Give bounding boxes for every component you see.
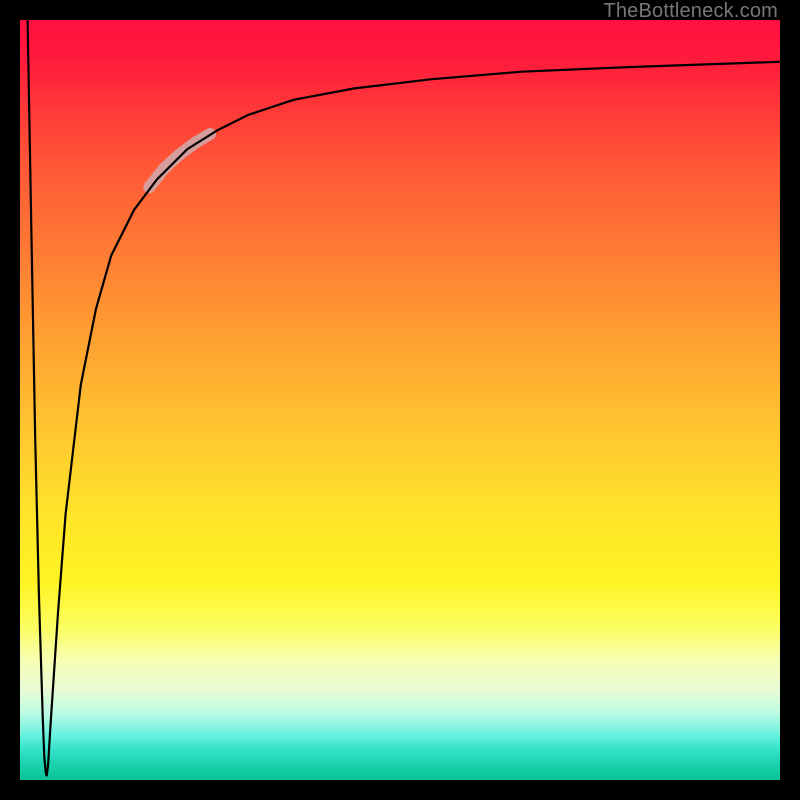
chart-svg xyxy=(20,20,780,780)
bottleneck-curve xyxy=(28,20,780,776)
chart-frame: TheBottleneck.com xyxy=(0,0,800,800)
